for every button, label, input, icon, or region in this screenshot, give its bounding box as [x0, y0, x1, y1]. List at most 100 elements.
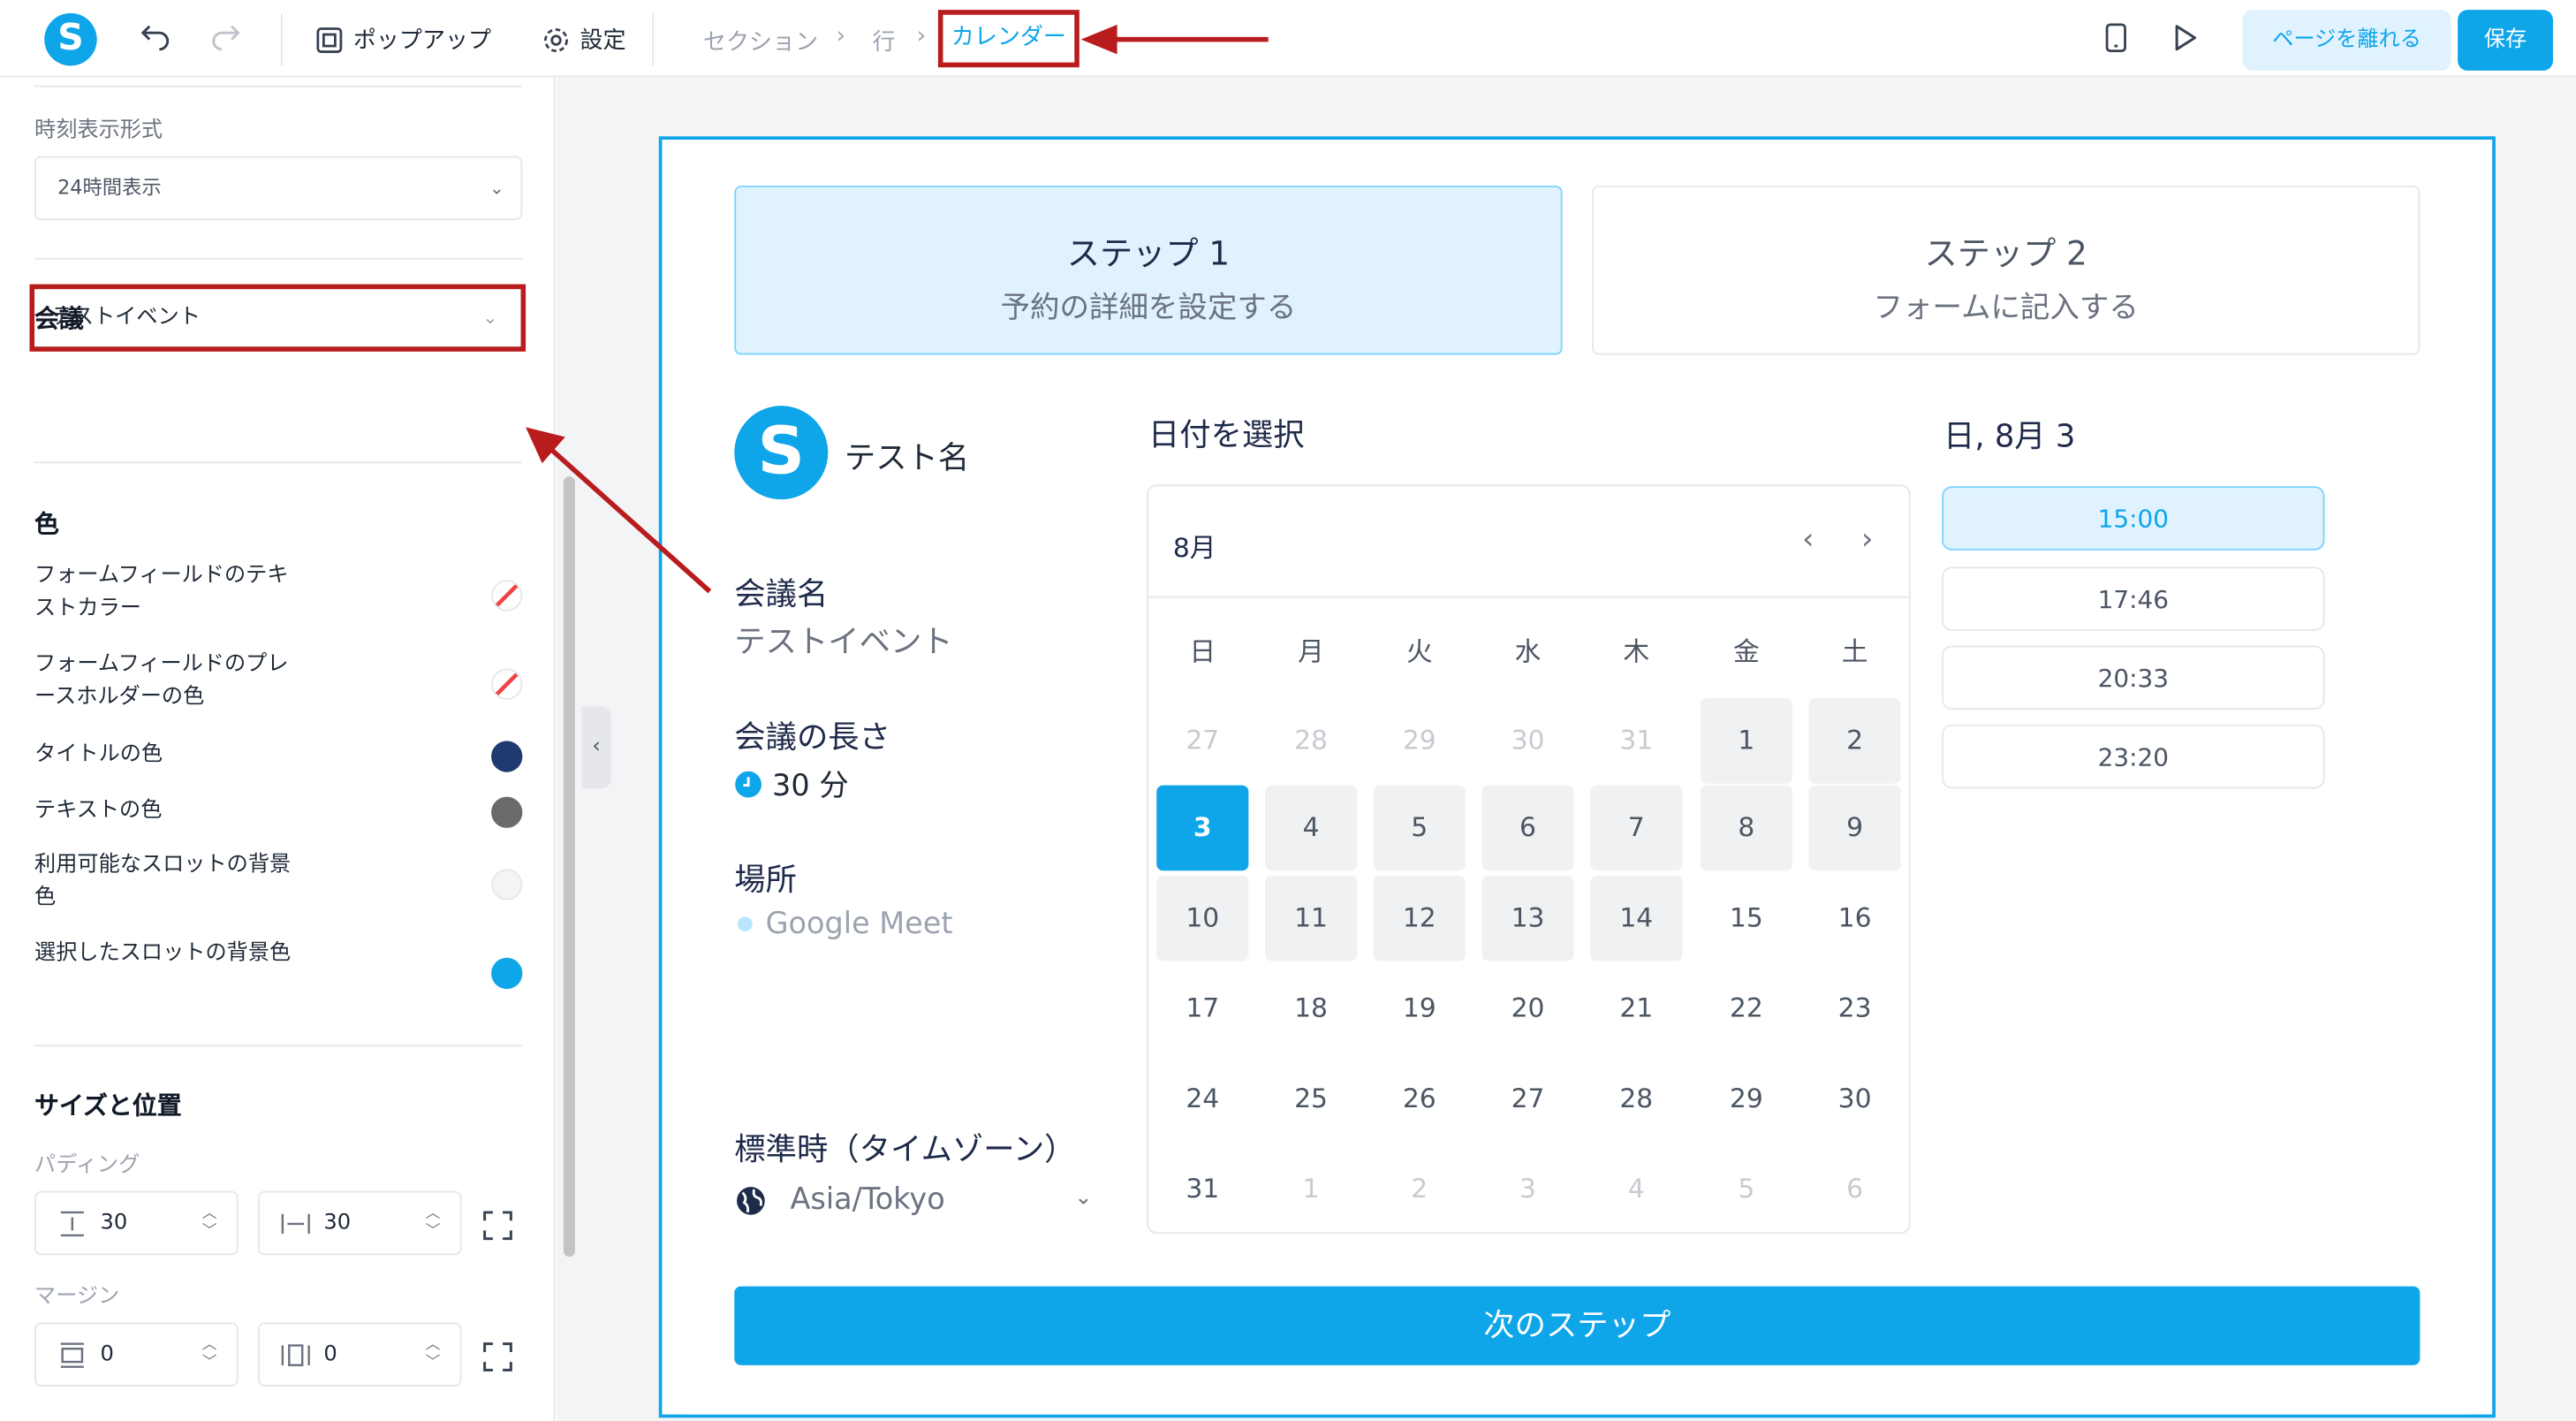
- step-1-title: ステップ 1: [1066, 232, 1231, 273]
- color-swatch-text[interactable]: [491, 796, 523, 828]
- color-swatch-title[interactable]: [491, 741, 523, 772]
- app-window: S ポップアップ 設定 セクション › 行 › カレンダー ページを離れる 保存: [0, 0, 2576, 1421]
- expand-icon[interactable]: [481, 1209, 514, 1242]
- calendar-day[interactable]: 31: [1156, 1147, 1248, 1233]
- breadcrumb-section[interactable]: セクション: [703, 25, 818, 57]
- date-select-heading: 日付を選択: [1148, 417, 1305, 454]
- calendar-day[interactable]: 25: [1265, 1056, 1357, 1142]
- calendar-day[interactable]: 23: [1809, 966, 1901, 1052]
- duration-value: 30 分: [772, 769, 849, 804]
- stepper-icon[interactable]: ︿ ﹀: [202, 1206, 217, 1242]
- size-position-heading: サイズと位置: [34, 1090, 182, 1121]
- breadcrumb-chevron-icon: ›: [916, 23, 927, 49]
- step-2-tab[interactable]: ステップ 2 フォームに記入する: [1592, 186, 2421, 355]
- toolbar-divider: [281, 12, 283, 66]
- color-swatch-selected-slot[interactable]: [491, 957, 523, 990]
- calendar-day: 6: [1846, 1173, 1864, 1204]
- meeting-select-value: テストイベント: [50, 305, 201, 331]
- time-slot-selected[interactable]: 15:00: [1942, 486, 2325, 551]
- calendar-day[interactable]: 12: [1373, 875, 1466, 961]
- color-row-field-placeholder: フォームフィールドのプレースホルダーの色: [34, 652, 289, 710]
- calendar-day[interactable]: 21: [1590, 966, 1682, 1052]
- prev-month-icon[interactable]: ‹: [1802, 522, 1814, 557]
- calendar-day: 27: [1186, 724, 1220, 756]
- step-1-tab[interactable]: ステップ 1 予約の詳細を設定する: [734, 186, 1563, 355]
- calendar-day[interactable]: 7: [1590, 785, 1683, 871]
- step-2-subtitle: フォームに記入する: [1873, 291, 2139, 326]
- expand-icon[interactable]: [481, 1341, 514, 1373]
- calendar-day[interactable]: 4: [1264, 785, 1358, 871]
- meeting-select[interactable]: テストイベント ⌄: [29, 284, 527, 352]
- calendar-day[interactable]: 26: [1374, 1056, 1466, 1142]
- padding-horizontal-input[interactable]: 30 ︿ ﹀: [257, 1190, 462, 1256]
- location-value: Google Meet: [765, 907, 953, 942]
- stepper-icon[interactable]: ︿ ﹀: [426, 1206, 441, 1242]
- chevron-down-icon: ⌄: [489, 177, 504, 199]
- mobile-preview-icon[interactable]: [2098, 19, 2134, 56]
- calendar-day[interactable]: 15: [1701, 876, 1792, 961]
- calendar-day[interactable]: 2: [1808, 698, 1901, 784]
- calendar-day[interactable]: 6: [1481, 785, 1574, 871]
- chevron-down-icon[interactable]: ⌄: [1074, 1186, 1092, 1211]
- calendar-day[interactable]: 14: [1590, 875, 1683, 961]
- calendar-day[interactable]: 27: [1481, 1056, 1573, 1142]
- calendar-day[interactable]: 11: [1264, 875, 1358, 961]
- calendar-day[interactable]: 24: [1156, 1056, 1248, 1142]
- breadcrumb-row[interactable]: 行: [873, 25, 896, 57]
- popup-button[interactable]: ポップアップ: [315, 19, 491, 59]
- color-swatch-none[interactable]: [491, 580, 523, 612]
- calendar-day[interactable]: 9: [1808, 785, 1901, 871]
- redo-icon[interactable]: [207, 19, 243, 56]
- calendar-day: 29: [1402, 724, 1436, 756]
- padding-label: パディング: [34, 1153, 140, 1178]
- calendar-day[interactable]: 22: [1701, 966, 1792, 1052]
- breadcrumb-calendar[interactable]: カレンダー: [937, 10, 1080, 68]
- calendar-day[interactable]: 13: [1481, 875, 1574, 961]
- calendar-day[interactable]: 16: [1809, 876, 1901, 961]
- collapse-panel-button[interactable]: ‹: [581, 706, 611, 789]
- settings-button[interactable]: 設定: [542, 19, 626, 59]
- panel-scrollbar-thumb[interactable]: [563, 476, 575, 1258]
- color-swatch-available-slot[interactable]: [491, 869, 523, 900]
- margin-horizontal-input[interactable]: 0 ︿ ﹀: [257, 1322, 462, 1387]
- time-format-select[interactable]: 24時間表示 ⌄: [34, 156, 523, 221]
- stepper-icon[interactable]: ︿ ﹀: [426, 1337, 441, 1373]
- time-format-label: 時刻表示形式: [34, 118, 163, 143]
- settings-panel: 時刻表示形式 24時間表示 ⌄ 会議 テストイベント ⌄ 色 フォームフィールド…: [0, 77, 556, 1421]
- play-preview-icon[interactable]: [2167, 19, 2203, 56]
- padding-vertical-input[interactable]: 30 ︿ ﹀: [34, 1190, 239, 1256]
- calendar-day[interactable]: 17: [1156, 966, 1248, 1052]
- margin-vertical-input[interactable]: 0 ︿ ﹀: [34, 1322, 239, 1387]
- calendar-day[interactable]: 1: [1700, 698, 1792, 784]
- next-step-button[interactable]: 次のステップ: [734, 1286, 2421, 1365]
- toolbar-divider: [652, 12, 655, 66]
- location-label: 場所: [734, 862, 797, 899]
- weekday-label: 水: [1514, 635, 1542, 667]
- color-row-title: タイトルの色: [34, 742, 163, 768]
- calendar-day[interactable]: 19: [1374, 966, 1466, 1052]
- weekday-label: 月: [1298, 635, 1324, 667]
- calendar-day[interactable]: 10: [1156, 875, 1249, 961]
- color-swatch-none[interactable]: [491, 668, 523, 700]
- save-button[interactable]: 保存: [2458, 10, 2553, 71]
- weekday-label: 土: [1841, 635, 1868, 667]
- time-slot[interactable]: 23:20: [1942, 724, 2325, 789]
- calendar-day[interactable]: 28: [1590, 1056, 1682, 1142]
- leave-page-button[interactable]: ページを離れる: [2242, 10, 2451, 71]
- timezone-label: 標準時（タイムゾーン）: [734, 1131, 1076, 1168]
- calendar-day: 2: [1411, 1173, 1428, 1204]
- calendar-day[interactable]: 29: [1701, 1056, 1792, 1142]
- stepper-icon[interactable]: ︿ ﹀: [202, 1337, 217, 1373]
- time-slot[interactable]: 17:46: [1942, 566, 2325, 631]
- time-slot[interactable]: 20:33: [1942, 645, 2325, 710]
- calendar-day[interactable]: 5: [1373, 785, 1466, 871]
- undo-icon[interactable]: [138, 19, 174, 56]
- next-month-icon[interactable]: ›: [1861, 522, 1873, 557]
- horizontal-margin-icon: [281, 1344, 310, 1367]
- calendar-day-selected[interactable]: 3: [1156, 785, 1249, 871]
- calendar-day[interactable]: 8: [1700, 785, 1792, 871]
- timezone-select[interactable]: Asia/Tokyo: [734, 1182, 1099, 1218]
- calendar-day[interactable]: 18: [1265, 966, 1357, 1052]
- calendar-day[interactable]: 20: [1481, 966, 1573, 1052]
- calendar-day[interactable]: 30: [1809, 1056, 1901, 1142]
